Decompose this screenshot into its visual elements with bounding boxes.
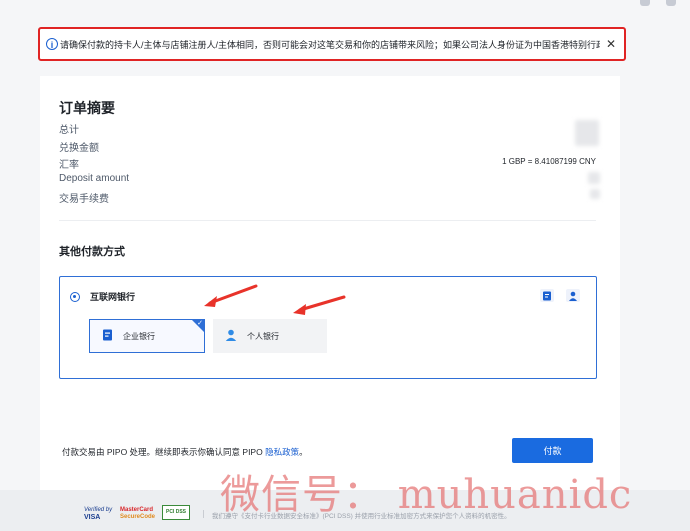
pci-dss-logo: PCI DSS <box>162 505 190 520</box>
business-bank-label: 企业银行 <box>123 331 155 341</box>
internet-banking-radio[interactable] <box>70 292 80 302</box>
privacy-policy-link[interactable]: 隐私政策 <box>265 447 299 457</box>
footer-separator <box>203 510 204 518</box>
personal-bank-label: 个人银行 <box>247 331 279 341</box>
summary-total-label: 总计 <box>59 125 79 136</box>
summary-title: 订单摘要 <box>59 100 115 116</box>
personal-bank-option[interactable]: 个人银行 <box>213 319 327 353</box>
terms-text: 付款交易由 PIPO 处理。继续即表示你确认同意 PIPO <box>62 447 266 457</box>
red-arrow-annotation <box>293 295 346 315</box>
summary-fee-label: 交易手续费 <box>59 194 109 205</box>
summary-rate-label: 汇率 <box>59 160 79 171</box>
business-bank-option[interactable]: 企业银行 ✓ <box>89 319 205 353</box>
top-icon[interactable] <box>666 0 676 6</box>
blurred-value <box>588 172 600 184</box>
exchange-rate-value: 1 GBP = 8.41087199 CNY <box>502 157 596 166</box>
business-bank-icon <box>540 289 554 302</box>
internet-banking-label[interactable]: 互联网银行 <box>90 290 135 303</box>
other-methods-title: 其他付款方式 <box>59 246 125 258</box>
divider <box>59 220 596 221</box>
business-bank-icon <box>102 329 113 343</box>
check-icon: ✓ <box>197 320 203 327</box>
pay-button[interactable]: 付款 <box>512 438 593 463</box>
mastercard-securecode-logo: MasterCard SecureCode <box>120 507 156 520</box>
close-icon[interactable]: ✕ <box>606 37 616 51</box>
info-icon: i <box>46 38 58 50</box>
person-icon <box>225 329 237 343</box>
terms-suffix: 。 <box>299 447 308 457</box>
verified-by-visa-logo: Verified by VISA <box>84 507 113 521</box>
summary-exchange-label: 兑换金额 <box>59 143 99 154</box>
internet-banking-panel: 互联网银行 企业银行 ✓ 个人银行 <box>59 276 597 379</box>
red-arrow-annotation <box>204 284 258 307</box>
summary-deposit-label: Deposit amount <box>59 173 130 184</box>
checkout-card: 订单摘要 总计 兑换金额 汇率 Deposit amount 交易手续费 1 G… <box>40 76 620 490</box>
alert-text: 请确保付款的持卡人/主体与店铺注册人/主体相同，否则可能会对这笔交易和你的店铺带… <box>60 39 600 50</box>
terms-note: 付款交易由 PIPO 处理。继续即表示你确认同意 PIPO 隐私政策。 <box>62 446 308 458</box>
blurred-value <box>590 189 600 199</box>
person-icon <box>566 289 580 302</box>
top-icon[interactable] <box>640 0 650 6</box>
risk-alert: i 请确保付款的持卡人/主体与店铺注册人/主体相同，否则可能会对这笔交易和你的店… <box>38 27 626 61</box>
watermark: 微信号： muhuanidc <box>220 472 633 518</box>
blurred-value <box>575 120 599 146</box>
